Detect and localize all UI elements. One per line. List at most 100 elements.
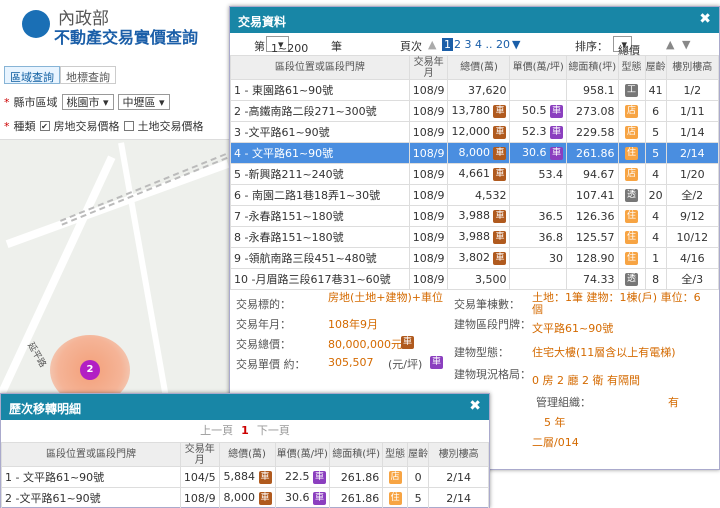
unit-info-icon[interactable]: 車 — [549, 146, 563, 160]
sort-select[interactable]: 總價 ▾ — [613, 36, 640, 57]
unit-info-icon[interactable]: 車 — [549, 104, 563, 118]
cell-unit — [509, 268, 567, 290]
table-row[interactable]: 10 -月眉路三段617巷31~60號 108/9 3,500 74.33 透 8 全/3 — [230, 268, 720, 290]
history-next-link[interactable]: 下一頁 — [257, 424, 290, 437]
building-type-icon: 透 — [625, 188, 639, 202]
history-panel: 歷次移轉明細 ✖ 上一頁 1 下一頁 區段位置或區段門牌 交易年月 總價(萬) 單價(萬/… — [0, 393, 490, 508]
cell-age: 5 — [644, 142, 667, 164]
total-value: 4,661 — [458, 167, 490, 181]
tab-area-query[interactable]: 區域查詢 — [4, 66, 60, 84]
cell-age: 20 — [644, 184, 667, 206]
cell-total: 5,884 車 — [218, 466, 276, 488]
cell-age: 5 — [406, 487, 430, 508]
table-row[interactable]: 4 - 文平路61~90號 108/9 8,000 車 30.6 車 261.86 住 5 2… — [230, 142, 720, 164]
history-header-cell: 總價(萬) — [218, 442, 276, 467]
history-page[interactable]: 1 — [241, 424, 249, 437]
cell-address: 1 - 文平路61~90號 — [1, 466, 181, 488]
parking-icon[interactable]: 車 — [493, 146, 507, 160]
land-price-label: 土地交易價格 — [137, 120, 204, 133]
detail-value-age: 5 年 — [544, 416, 566, 429]
next-page-icon[interactable]: ▼ — [512, 38, 520, 51]
table-header-cell[interactable]: 型態 — [617, 55, 646, 80]
cell-address[interactable]: 1 - 東園路61~90號 — [230, 79, 410, 101]
parking-icon[interactable]: 車 — [493, 251, 507, 265]
cell-address[interactable]: 8 -永春路151~180號 — [230, 226, 410, 248]
detail-label-management: 管理組織： — [536, 396, 591, 409]
cell-address[interactable]: 9 -領航南路三段451~480號 — [230, 247, 410, 269]
unit-info-icon[interactable]: 車 — [312, 470, 326, 484]
cell-address[interactable]: 4 - 文平路61~90號 — [230, 142, 410, 164]
table-header-cell[interactable]: 屋齡 — [644, 55, 667, 80]
table-header-cell[interactable]: 樓別樓高 — [665, 55, 720, 80]
table-row[interactable]: 2 -高鐵南路二段271~300號 108/9 13,780 車 50.5 車 273.… — [230, 100, 720, 122]
table-row[interactable]: 8 -永春路151~180號 108/9 3,988 車 36.8 125.57 住 4 10… — [230, 226, 720, 248]
cell-address: 2 -文平路61~90號 — [1, 487, 181, 508]
unit-value: 36.8 — [538, 230, 563, 244]
total-value: 3,988 — [458, 209, 490, 223]
cell-date: 108/9 — [408, 79, 449, 101]
cell-floor: 9/12 — [665, 205, 720, 227]
unit-info-icon[interactable]: 車 — [312, 491, 326, 505]
parking-icon[interactable]: 車 — [493, 167, 507, 181]
close-icon[interactable]: ✖ — [469, 398, 481, 414]
cell-address[interactable]: 3 -文平路61~90號 — [230, 121, 410, 143]
parking-icon[interactable]: 車 — [401, 336, 414, 349]
unit-info-icon[interactable]: 車 — [430, 356, 443, 369]
table-header-cell[interactable]: 總價(萬) — [447, 55, 511, 80]
table-header-cell[interactable]: 區段位置或區段門牌 — [230, 55, 410, 80]
cell-total: 12,000 車 — [447, 121, 511, 143]
history-row[interactable]: 2 -文平路61~90號 108/9 8,000 車 30.6 車 261.86 住 5 2/… — [1, 487, 489, 508]
cell-area: 958.1 — [565, 79, 619, 101]
cell-date: 108/9 — [408, 205, 449, 227]
sort-asc-icon[interactable]: ▲ — [666, 38, 674, 51]
building-type-icon: 店 — [625, 125, 639, 139]
cell-age: 4 — [644, 163, 667, 185]
table-row[interactable]: 7 -永春路151~180號 108/9 3,988 車 36.5 126.36 住 4 9/… — [230, 205, 720, 227]
cell-area: 229.58 — [565, 121, 619, 143]
table-row[interactable]: 1 - 東園路61~90號 108/9 37,620 958.1 工 41 1/2 — [230, 79, 720, 101]
close-icon[interactable]: ✖ — [699, 11, 711, 27]
cell-unit: 52.3 車 — [509, 121, 567, 143]
cell-age: 6 — [644, 100, 667, 122]
parking-icon[interactable]: 車 — [493, 104, 507, 118]
cell-address[interactable]: 2 -高鐵南路二段271~300號 — [230, 100, 410, 122]
parking-icon[interactable]: 車 — [493, 230, 507, 244]
district-select[interactable]: 中壢區 ▾ — [117, 94, 170, 110]
page-current[interactable]: 1 — [442, 38, 453, 51]
table-row[interactable]: 5 -新興路211~240號 108/9 4,661 車 53.4 94.67 店 4 1/2… — [230, 163, 720, 185]
cell-address[interactable]: 10 -月眉路三段617巷31~60號 — [230, 268, 410, 290]
table-header-cell[interactable]: 交易年月 — [408, 55, 449, 80]
page-links[interactable]: 2 3 4 .. 20 — [454, 38, 510, 51]
cell-age: 4 — [644, 205, 667, 227]
house-price-checkbox[interactable]: ✔ — [39, 121, 50, 131]
table-row[interactable]: 3 -文平路61~90號 108/9 12,000 車 52.3 車 229.58 店 5 1… — [230, 121, 720, 143]
cell-unit: 30 — [509, 247, 567, 269]
parking-icon[interactable]: 車 — [258, 470, 272, 484]
parking-icon[interactable]: 車 — [493, 209, 507, 223]
table-header-cell[interactable]: 單價(萬/坪) — [509, 55, 567, 80]
pager-bar: 第 1~200 ▾ 筆 頁次 ▲ 1 2 3 4 .. 20 ▼ 排序： 總價 … — [230, 33, 719, 57]
history-prev-link[interactable]: 上一頁 — [200, 424, 233, 437]
parking-icon[interactable]: 車 — [258, 491, 272, 505]
table-row[interactable]: 6 - 南園二路1巷18弄1~30號 108/9 4,532 107.41 透 20 全/2 — [230, 184, 720, 206]
prev-page-icon[interactable]: ▲ — [428, 38, 436, 51]
table-header-cell[interactable]: 總面積(坪) — [565, 55, 619, 80]
sort-desc-icon[interactable]: ▼ — [682, 38, 690, 51]
parking-icon[interactable]: 車 — [493, 125, 507, 139]
cell-address[interactable]: 7 -永春路151~180號 — [230, 205, 410, 227]
tab-landmark-query[interactable]: 地標查詢 — [60, 66, 116, 84]
cell-address[interactable]: 5 -新興路211~240號 — [230, 163, 410, 185]
unit-info-icon[interactable]: 車 — [549, 125, 563, 139]
detail-value-unit: 305,507 — [328, 356, 374, 369]
range-select[interactable]: 1~200 ▾ — [266, 36, 308, 55]
total-value: 5,884 — [223, 470, 256, 484]
cell-floor: 2/14 — [665, 142, 720, 164]
cell-type: 住 — [382, 487, 408, 508]
cell-address[interactable]: 6 - 南園二路1巷18弄1~30號 — [230, 184, 410, 206]
cluster-count[interactable]: 2 — [80, 360, 100, 380]
history-row[interactable]: 1 - 文平路61~90號 104/5 5,884 車 22.5 車 261.86 店 0 2… — [1, 466, 489, 488]
table-row[interactable]: 9 -領航南路三段451~480號 108/9 3,802 車 30 128.90 住 1 4… — [230, 247, 720, 269]
land-price-checkbox[interactable] — [123, 121, 134, 131]
city-select[interactable]: 桃園市 ▾ — [61, 94, 114, 110]
railway-line — [60, 140, 235, 226]
